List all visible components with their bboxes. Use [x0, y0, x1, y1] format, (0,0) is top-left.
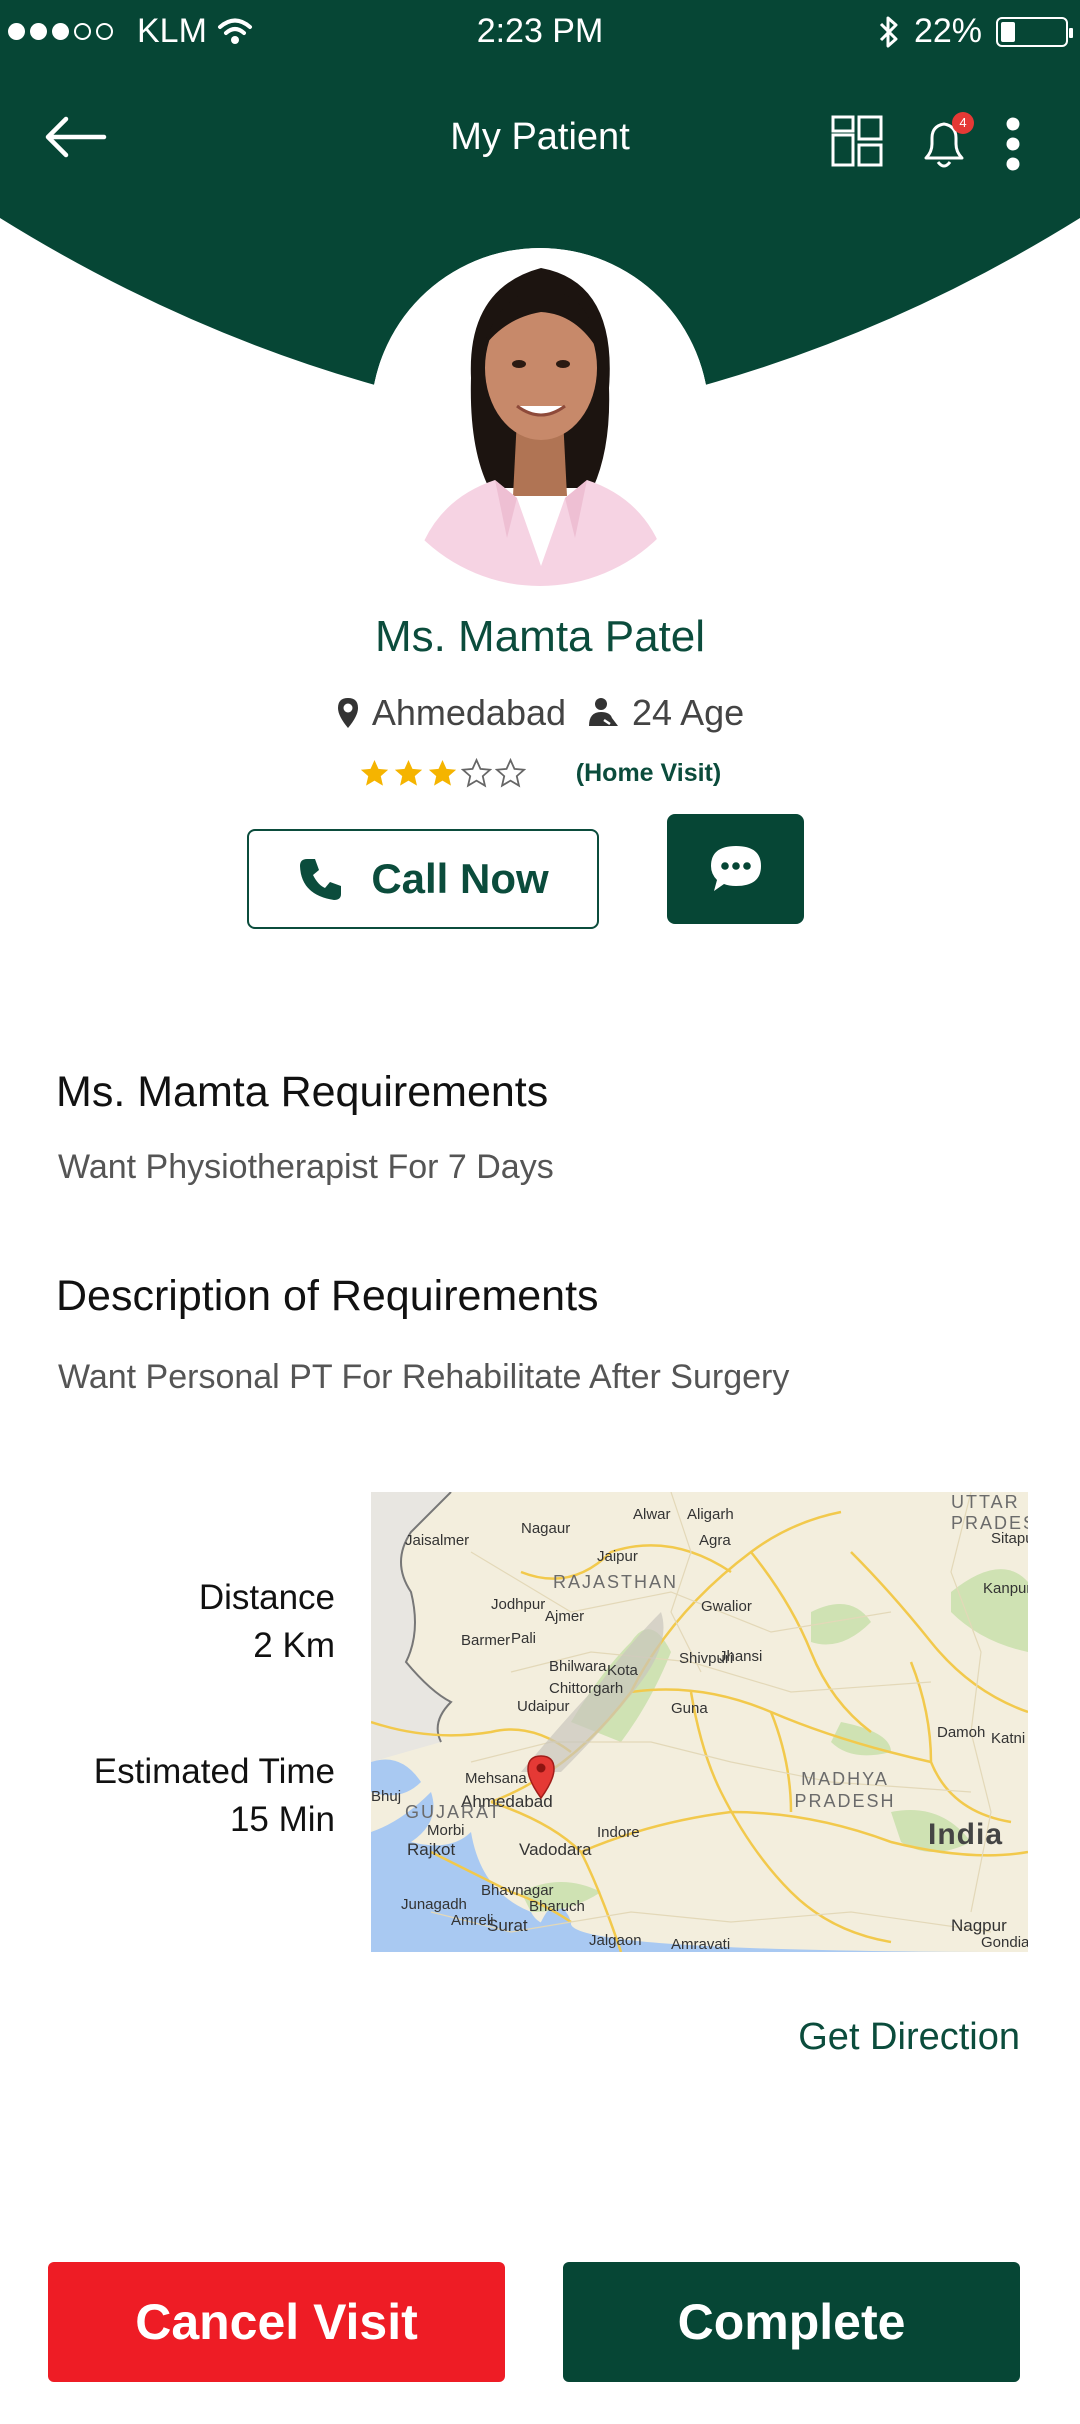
map-label-nagaur: Nagaur — [521, 1520, 571, 1537]
star-rating — [359, 758, 526, 788]
call-now-button[interactable]: Call Now — [247, 829, 599, 929]
grid-button[interactable] — [830, 114, 890, 174]
map-label-bhuj: Bhuj — [371, 1788, 402, 1805]
map-region-rajasthan: RAJASTHAN — [553, 1572, 679, 1592]
map-label-bharuch: Bharuch — [529, 1898, 585, 1915]
map-label-jalgaon: Jalgaon — [589, 1932, 642, 1949]
battery-percent: 22% — [913, 12, 982, 50]
star-empty-icon — [460, 758, 492, 788]
map-label-jaisalmer: Jaisalmer — [405, 1532, 470, 1549]
cancel-visit-button[interactable]: Cancel Visit — [48, 2262, 505, 2382]
map-label-chittorgarh: Chittorgarh — [549, 1680, 624, 1697]
patient-meta: Ahmedabad 24 Age — [0, 692, 1080, 734]
patient-name: Ms. Mamta Patel — [374, 612, 706, 661]
bluetooth-icon — [879, 16, 898, 47]
get-direction-link[interactable]: Get Direction — [798, 2016, 1020, 2059]
age-info: 24 Age — [586, 692, 744, 734]
map-pin-icon — [527, 1755, 555, 1800]
map-label-pali: Pali — [511, 1630, 537, 1647]
location-info: Ahmedabad — [336, 692, 566, 734]
status-right: 22% — [878, 12, 1073, 51]
location-pin-icon — [337, 698, 358, 728]
route-map[interactable]: Jaisalmer Nagaur Alwar Aligarh Agra Jaip… — [371, 1492, 1028, 1952]
map-label-amravati: Amravati — [671, 1936, 731, 1952]
map-label-gondia: Gondia — [981, 1934, 1028, 1951]
status-bar: KLM 2:23 PM 22% — [0, 0, 1080, 62]
star-filled-icon — [428, 760, 456, 786]
map-label-gwalior: Gwalior — [701, 1598, 752, 1615]
map-label-udaipur: Udaipur — [517, 1698, 570, 1715]
map-label-guna: Guna — [671, 1700, 708, 1717]
notifications-button[interactable]: 4 — [916, 112, 976, 174]
map-region-madhya-pradesh: MADHYA PRADESH — [794, 1769, 896, 1811]
notification-badge: 4 — [952, 112, 974, 134]
patient-photo — [371, 248, 709, 586]
top-navigation: My Patient 4 — [0, 62, 1080, 222]
patient-location: Ahmedabad — [371, 692, 567, 733]
distance-block: Distance 2 Km — [199, 1574, 335, 1670]
my-patient-screen: KLM 2:23 PM 22% My Patient 4 Ms. Mamta P… — [0, 0, 1080, 2424]
map-region-uttar-pradesh: UTTAR PRADESH — [951, 1492, 1028, 1533]
map-region-india: India — [928, 1818, 1004, 1851]
map-label-junagadh: Junagadh — [401, 1896, 467, 1913]
map-label-morbi: Morbi — [427, 1822, 465, 1839]
map-label-agra: Agra — [699, 1532, 731, 1549]
map-label-kanpur: Kanpur — [983, 1580, 1028, 1597]
estimated-time-value: 15 Min — [229, 1800, 335, 1839]
description-text: Want Personal PT For Rehabilitate After … — [58, 1358, 790, 1396]
estimated-time-label: Estimated Time — [93, 1752, 335, 1791]
distance-value: 2 Km — [253, 1626, 335, 1665]
description-title: Description of Requirements — [56, 1272, 599, 1320]
visit-type: (Home Visit) — [575, 758, 722, 787]
phone-icon — [300, 859, 342, 900]
person-icon — [589, 698, 619, 726]
estimated-time-block: Estimated Time 15 Min — [94, 1748, 335, 1844]
star-filled-icon — [394, 760, 422, 786]
map-label-rajkot: Rajkot — [407, 1840, 456, 1859]
map-label-jodhpur: Jodhpur — [491, 1596, 546, 1613]
map-label-bhilwara: Bhilwara — [549, 1658, 607, 1675]
map-background — [371, 1492, 1028, 1952]
chat-bubble-icon — [710, 846, 761, 891]
map-label-damoh: Damoh — [937, 1724, 986, 1741]
complete-button[interactable]: Complete — [563, 2262, 1020, 2382]
map-label-katni: Katni — [991, 1730, 1026, 1747]
map-label-ajmer: Ajmer — [545, 1608, 585, 1625]
rating-row: (Home Visit) — [0, 758, 1080, 788]
more-vertical-icon — [1006, 117, 1020, 171]
map-label-nagpur: Nagpur — [951, 1916, 1007, 1935]
chat-button[interactable] — [667, 814, 804, 924]
distance-label: Distance — [198, 1578, 335, 1617]
more-options-button[interactable] — [996, 114, 1030, 174]
battery-icon — [996, 16, 1073, 47]
map-region-gujarat: GUJARAT — [405, 1802, 502, 1822]
grid-icon — [831, 115, 883, 167]
map-label-mehsana: Mehsana — [465, 1770, 527, 1787]
map-label-kota: Kota — [607, 1662, 638, 1679]
map-label-aligarh: Aligarh — [687, 1506, 734, 1523]
star-filled-icon — [360, 760, 388, 786]
requirements-text: Want Physiotherapist For 7 Days — [58, 1148, 554, 1186]
map-label-jaipur: Jaipur — [597, 1548, 638, 1565]
map-label-surat: Surat — [487, 1916, 528, 1935]
requirements-title: Ms. Mamta Requirements — [56, 1068, 549, 1116]
map-label-bhavnagar: Bhavnagar — [481, 1882, 554, 1899]
patient-age: 24 Age — [632, 692, 745, 733]
star-empty-icon — [494, 758, 526, 788]
map-label-alwar: Alwar — [633, 1506, 671, 1523]
map-label-jhansi: Jhansi — [719, 1648, 763, 1665]
map-label-indore: Indore — [597, 1824, 640, 1841]
call-now-label: Call Now — [371, 855, 549, 902]
map-label-barmer: Barmer — [461, 1632, 511, 1649]
patient-avatar — [371, 248, 709, 586]
map-label-vadodara: Vadodara — [519, 1840, 592, 1859]
